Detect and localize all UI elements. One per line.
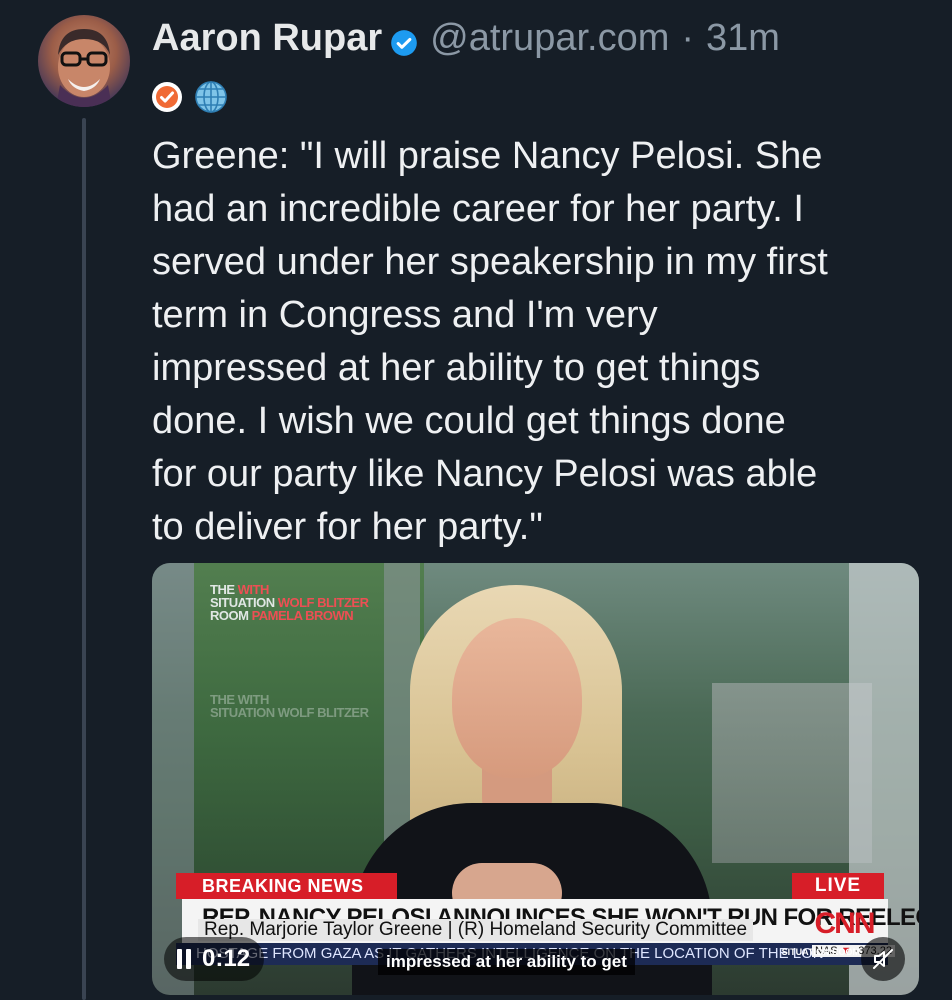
elapsed-time: 0:12 — [202, 945, 251, 972]
speaker-id-line: Rep. Marjorie Taylor Greene | (R) Homela… — [198, 919, 754, 941]
post-timestamp[interactable]: 31m — [706, 17, 780, 60]
post-body: Greene: "I will praise Nancy Pelosi. She… — [152, 135, 828, 548]
pause-icon[interactable] — [176, 949, 192, 969]
background-building — [712, 683, 872, 863]
watermark-word: WOLF BLITZER — [277, 705, 369, 720]
mute-icon — [873, 949, 893, 969]
speaker-face — [452, 618, 582, 778]
watermark-word: PAMELA BROWN — [251, 608, 354, 623]
cnn-logo: CNN — [814, 907, 876, 940]
breaking-news-label: BREAKING NEWS — [176, 873, 397, 899]
badge-check-icon[interactable] — [150, 80, 184, 114]
video-caption: impressed at her ability to get — [378, 949, 635, 975]
program-watermark-reflection: THE WITH SITUATION WOLF BLITZER — [210, 693, 369, 720]
thread-line — [82, 118, 86, 1000]
separator-dot: · — [681, 16, 695, 59]
post-header: Aaron Rupar @atrupar.com · 31m — [152, 14, 780, 62]
program-watermark: THE WITH SITUATION WOLF BLITZER ROOM PAM… — [210, 583, 369, 623]
mute-button[interactable] — [861, 937, 905, 981]
author-handle[interactable]: @atrupar.com — [430, 17, 669, 60]
playback-controls: 0:12 — [164, 937, 265, 981]
watermark-word: ROOM — [210, 608, 249, 623]
video-player[interactable]: THE WITH SITUATION WOLF BLITZER ROOM PAM… — [152, 563, 919, 995]
program-tag: SITUATION ROOM — [781, 947, 860, 957]
avatar[interactable] — [38, 15, 130, 107]
profile-badges — [150, 80, 228, 114]
globe-icon[interactable] — [194, 80, 228, 114]
live-label: LIVE — [792, 873, 884, 899]
verified-check-icon — [390, 24, 418, 56]
author-name[interactable]: Aaron Rupar — [152, 17, 382, 60]
avatar-image — [56, 29, 112, 107]
watermark-word: SITUATION — [210, 705, 275, 720]
